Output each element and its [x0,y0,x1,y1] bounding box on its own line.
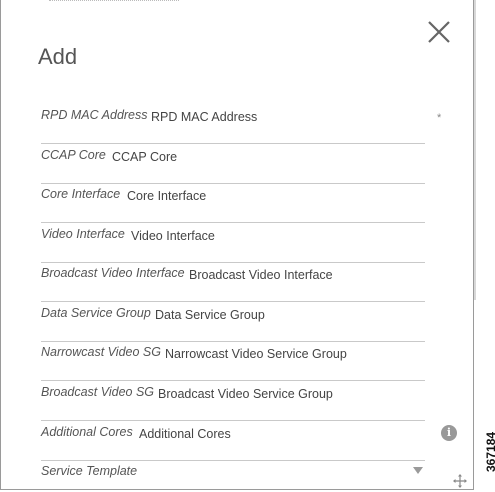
broadcast-video-interface-input[interactable] [189,267,419,283]
dialog-title: Add [38,44,78,69]
data-service-group-input[interactable] [155,307,415,323]
field-label: CCAP Core [41,148,106,162]
field-label: Data Service Group [41,306,151,320]
narrowcast-video-sg-field: Narrowcast Video SG [41,345,425,381]
field-label: Narrowcast Video SG [41,345,161,359]
broadcast-video-sg-input[interactable] [158,386,418,402]
required-marker: * [437,112,442,124]
service-template-select[interactable]: Service Template [41,464,425,489]
data-service-group-field: Data Service Group [41,306,425,342]
core-interface-field: Core Interface [41,187,425,223]
ccap-core-input[interactable] [112,149,412,165]
scrollbar[interactable] [474,0,476,300]
field-label: Video Interface [41,227,125,241]
figure-id: 367184 [484,431,495,472]
video-interface-input[interactable] [131,228,421,244]
ccap-core-field: CCAP Core [41,148,425,184]
video-interface-field: Video Interface [41,227,425,263]
add-dialog: Add RPD MAC Address * CCAP Core Core Int… [0,0,474,490]
field-label: Broadcast Video SG [41,385,155,399]
move-icon[interactable] [453,474,467,488]
background-scrap [49,0,179,4]
field-label: Broadcast Video Interface [41,266,185,280]
rpd-mac-address-field: RPD MAC Address [41,108,425,144]
field-label: RPD MAC Address [41,108,148,122]
rpd-mac-address-input[interactable] [151,109,411,125]
broadcast-video-sg-field: Broadcast Video SG [41,385,425,421]
close-icon[interactable] [425,18,453,46]
narrowcast-video-sg-input[interactable] [165,346,420,362]
field-label: Additional Cores [41,425,133,439]
additional-cores-input[interactable] [139,426,409,442]
core-interface-input[interactable] [127,188,417,204]
additional-cores-field: Additional Cores [41,425,425,461]
field-label: Core Interface [41,187,121,201]
field-label: Service Template [41,464,138,478]
chevron-down-icon[interactable] [413,467,423,474]
info-icon[interactable]: i [441,425,457,441]
broadcast-video-interface-field: Broadcast Video Interface [41,266,425,302]
